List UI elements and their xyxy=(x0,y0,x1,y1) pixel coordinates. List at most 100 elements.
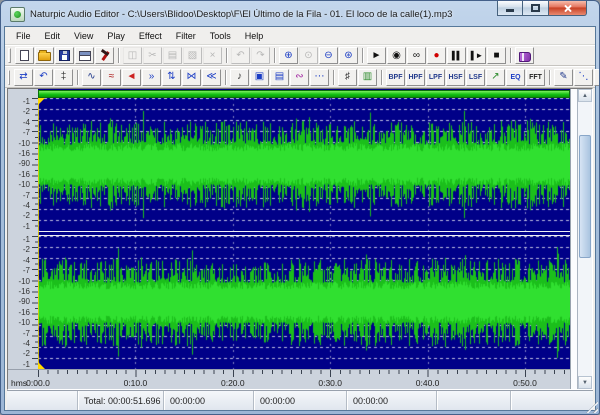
eq-button[interactable]: EQ xyxy=(506,68,525,86)
zoom-selection-button: ⊙ xyxy=(299,47,318,64)
editor-left: -1 -2 -4 -7 -10 -16 -90 -16 -10 -7 -4 -2 -1 -1 -2 -4 -7… xyxy=(8,89,570,389)
zoom-out-button[interactable]: ⊖ xyxy=(319,47,338,64)
toolbar-button-icon: LSF xyxy=(468,73,483,81)
time-label-0-10-0: 0:10.0 xyxy=(123,378,148,388)
title-bar[interactable]: Naturpic Audio Editor - C:\Users\Blidoo\… xyxy=(4,1,596,26)
toolbar-button-icon: LPF xyxy=(428,73,443,81)
menu-item-tools[interactable]: Tools xyxy=(203,29,238,43)
cut-button: ✂ xyxy=(143,47,162,64)
amplify-button[interactable]: ∿ xyxy=(82,68,101,86)
edit-sample-button[interactable]: ✎ xyxy=(554,68,573,86)
play-button[interactable]: ► xyxy=(367,47,386,64)
batch-tool-button[interactable] xyxy=(95,47,114,64)
new-button[interactable] xyxy=(15,47,34,64)
open-button[interactable] xyxy=(35,47,54,64)
insert-marker-button[interactable]: ♯ xyxy=(338,68,357,86)
status-bar: Total: 00:00:51.696 00:00:00 00:00:00 00:00… xyxy=(7,390,593,410)
toolbar-button-icon xyxy=(38,50,51,61)
stop-button[interactable]: ■ xyxy=(487,47,506,64)
time-label-0-20-0: 0:20.0 xyxy=(220,378,245,388)
waveform-right-channel[interactable] xyxy=(38,236,570,369)
echo-button[interactable]: ≪ xyxy=(202,68,221,86)
scrollbar-thumb[interactable] xyxy=(579,134,591,259)
toolbar-button-icon: ∞ xyxy=(412,49,421,61)
time-label-0-40-0: 0:40.0 xyxy=(415,378,440,388)
playhead-handle-top[interactable] xyxy=(38,98,45,105)
scrollbar-track[interactable] xyxy=(578,102,592,376)
bpf-button[interactable]: BPF xyxy=(386,68,405,86)
level-meter-button[interactable]: ▥ xyxy=(358,68,377,86)
scroll-down-arrow-icon[interactable]: ▼ xyxy=(578,376,592,389)
overview-position-bar[interactable] xyxy=(38,90,570,98)
toolbar-button-icon: ⇄ xyxy=(19,71,28,82)
toolbar-button-icon: ♯ xyxy=(345,71,350,82)
maximize-button[interactable] xyxy=(523,1,549,16)
selection-arrows-button[interactable]: ⇄ xyxy=(14,68,33,86)
restore-view-button[interactable]: ↶ xyxy=(34,68,53,86)
help-button[interactable] xyxy=(515,47,534,64)
vertical-scrollbar[interactable]: ▲ ▼ xyxy=(577,89,592,389)
time-ruler[interactable]: hms 0:00.0 0:10.0 0:20.0 0:30.0 0:40.0 0:50.0 xyxy=(8,369,570,389)
hsf-button[interactable]: HSF xyxy=(446,68,465,86)
toolbar-grip[interactable] xyxy=(8,48,11,63)
fade-out-button[interactable]: » xyxy=(142,68,161,86)
minimize-button[interactable] xyxy=(497,1,523,16)
app-window: Naturpic Audio Editor - C:\Users\Blidoo\… xyxy=(0,0,600,415)
save-button[interactable] xyxy=(55,47,74,64)
menu-item-play[interactable]: Play xyxy=(100,29,132,43)
menu-item-help[interactable]: Help xyxy=(238,29,271,43)
cursor-marker-button[interactable]: ‡ xyxy=(54,68,73,86)
toolbar-button-icon: ▧ xyxy=(187,49,198,61)
mix-window-button[interactable]: ▣ xyxy=(250,68,269,86)
reverse-button[interactable]: ∾ xyxy=(290,68,309,86)
waveform-left-channel[interactable] xyxy=(38,98,570,231)
toolbar-separator xyxy=(226,48,228,63)
scroll-up-arrow-icon[interactable]: ▲ xyxy=(578,89,592,102)
db-label-1: -1 xyxy=(22,221,30,231)
close-button[interactable] xyxy=(549,1,587,16)
fade-in-button[interactable]: ◄ xyxy=(122,68,141,86)
toolbar-separator xyxy=(381,69,383,85)
app-icon xyxy=(10,6,25,22)
sound-effects-button[interactable]: ♪ xyxy=(230,68,249,86)
time-label-0-00-0: 0:00.0 xyxy=(26,378,50,388)
lsf-button[interactable]: LSF xyxy=(466,68,485,86)
play-pause-button[interactable]: ▌► xyxy=(467,47,486,64)
stretch-button[interactable]: ⇅ xyxy=(162,68,181,86)
toolbar-button-icon: ⊛ xyxy=(344,49,353,61)
play-all-button[interactable]: ◉ xyxy=(387,47,406,64)
zoom-full-button[interactable]: ⊛ xyxy=(339,47,358,64)
playhead-handle-bottom[interactable] xyxy=(38,362,45,369)
menu-item-view[interactable]: View xyxy=(67,29,100,43)
zoom-in-button[interactable]: ⊕ xyxy=(279,47,298,64)
lpf-button[interactable]: LPF xyxy=(426,68,445,86)
crossfade-button[interactable]: ⋈ xyxy=(182,68,201,86)
graph-filter-button[interactable]: ↗ xyxy=(486,68,505,86)
menu-item-edit[interactable]: Edit xyxy=(38,29,68,43)
menu-item-effect[interactable]: Effect xyxy=(132,29,169,43)
trim-button: ▧ xyxy=(183,47,202,64)
loop-button[interactable]: ∞ xyxy=(407,47,426,64)
fft-button[interactable]: FFT xyxy=(526,68,545,86)
db-label-7: -7 xyxy=(22,190,30,200)
pause-button[interactable]: ▌▌ xyxy=(447,47,466,64)
menu-item-file[interactable]: File xyxy=(9,29,38,43)
db-ruler: -1 -2 -4 -7 -10 -16 -90 -16 -10 -7 -4 -2 -1 -1 -2 -4 -7… xyxy=(8,89,38,369)
mix-paste-button[interactable]: ▤ xyxy=(270,68,289,86)
normalize-button[interactable]: ≈ xyxy=(102,68,121,86)
toolbar-grip[interactable] xyxy=(8,69,10,85)
hpf-button[interactable]: HPF xyxy=(406,68,425,86)
draw-wave-button[interactable]: ✎ xyxy=(594,68,599,86)
status-panel-0 xyxy=(7,391,78,410)
toolbar-button-icon: EQ xyxy=(510,73,521,81)
record-button[interactable]: ● xyxy=(427,47,446,64)
silence-button[interactable]: ⋯ xyxy=(310,68,329,86)
menu-item-filter[interactable]: Filter xyxy=(169,29,203,43)
toolbar-effects: ⇄ ↶ ‡ ∿ ≈ ◄ » ⇅ ⋈ ≪ ♪ ▣ ▤ ∾ ⋯ ♯ ▥ BPF HPF LPF HSF LSF ↗ EQ FFT ✎ ⋱… xyxy=(5,66,599,88)
toolbar-button-icon: ⋱ xyxy=(578,71,589,82)
toolbar-main: ◫ ✂ ▤ ▧ × ↶ ↷ ⊕ ⊙ ⊖ ⊛ ► ◉ ∞ ● ▌▌ ▌► ■ xyxy=(5,45,595,66)
file-properties-button[interactable] xyxy=(75,47,94,64)
noise-reduction-button[interactable]: ⋱ xyxy=(574,68,593,86)
toolbar-button-icon: ⊙ xyxy=(304,49,313,61)
right-gutter xyxy=(570,89,577,389)
